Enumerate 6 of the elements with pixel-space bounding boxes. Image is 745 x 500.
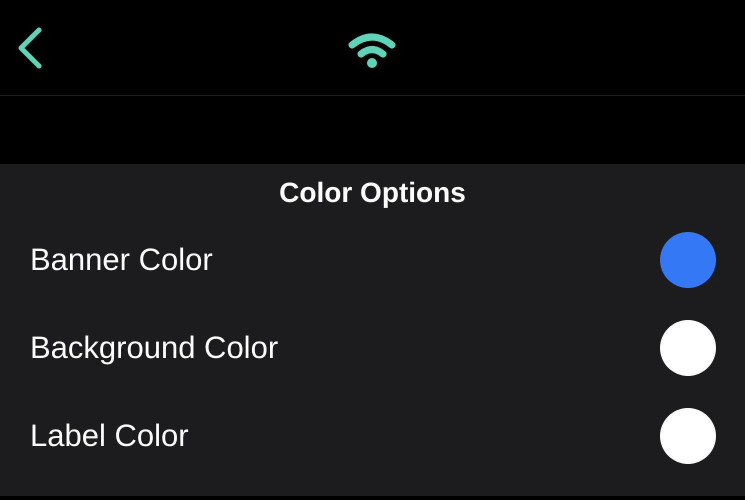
row-label: Label Color — [30, 416, 189, 455]
row-label: Banner Color — [30, 240, 213, 279]
section-title: Color Options — [278, 176, 467, 210]
back-icon — [17, 26, 43, 70]
wifi-icon — [348, 33, 396, 69]
row-label: Background Color — [30, 328, 278, 367]
